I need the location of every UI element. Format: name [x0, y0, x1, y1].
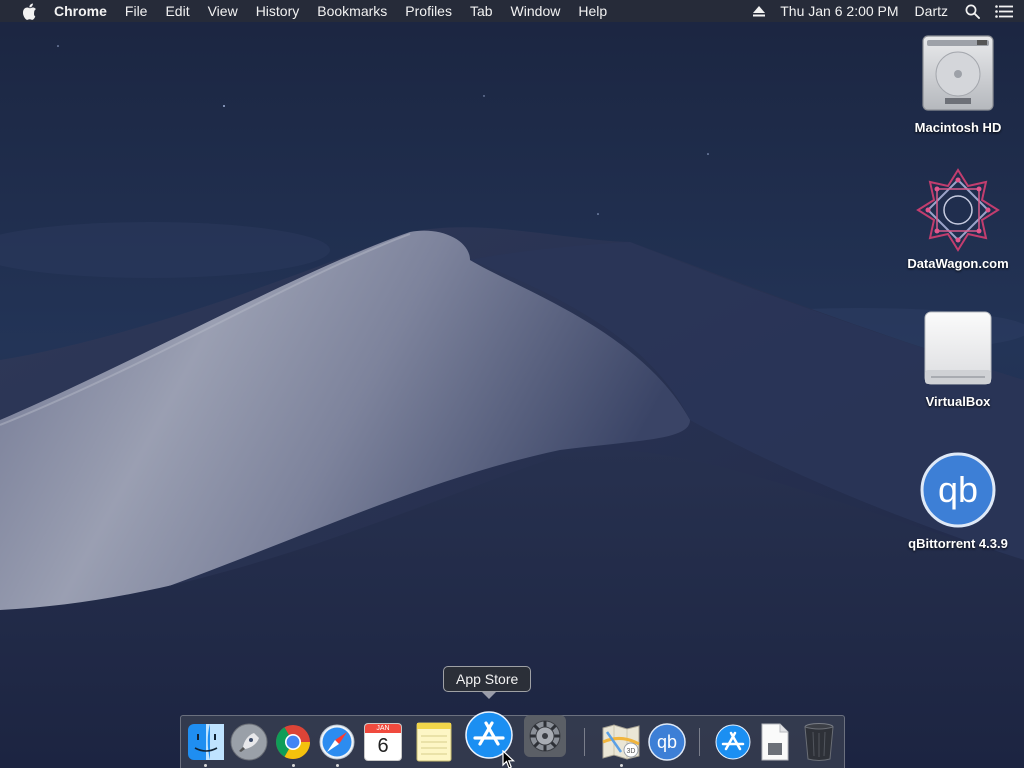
menu-help[interactable]: Help: [569, 0, 616, 22]
dock-document[interactable]: [753, 720, 797, 764]
menu-history[interactable]: History: [247, 0, 309, 22]
safari-compass-icon: [319, 724, 355, 760]
menu-file[interactable]: File: [116, 0, 157, 22]
running-indicator: [292, 764, 295, 767]
dock-chrome[interactable]: [271, 720, 315, 764]
desktop-icon-macintosh-hd[interactable]: Macintosh HD: [893, 32, 1023, 135]
menu-app-name[interactable]: Chrome: [54, 0, 116, 22]
qbittorrent-icon: qb: [916, 448, 1000, 532]
app-store-icon: [715, 724, 751, 760]
running-indicator: [336, 764, 339, 767]
dock-notes[interactable]: [412, 720, 456, 764]
calendar-day: 6: [377, 735, 389, 757]
desktop-icon-datawagon[interactable]: DataWagon.com: [893, 168, 1023, 271]
dock-maps[interactable]: 3D: [599, 720, 643, 764]
menu-edit[interactable]: Edit: [156, 0, 198, 22]
finder-icon: [188, 724, 224, 760]
desktop-icon-qbittorrent[interactable]: qb qBittorrent 4.3.9: [893, 448, 1023, 551]
running-indicator: [204, 764, 207, 767]
datawagon-star-icon: [916, 168, 1000, 252]
svg-text:qb: qb: [938, 469, 978, 510]
notes-icon: [416, 722, 452, 762]
document-icon: [761, 723, 789, 761]
trash-icon: [804, 723, 834, 761]
menu-bar: Chrome File Edit View History Bookmarks …: [0, 0, 1024, 22]
dock-app-store-stack[interactable]: [711, 720, 755, 764]
dock-launchpad[interactable]: [227, 720, 271, 764]
menu-tab[interactable]: Tab: [461, 0, 502, 22]
qbittorrent-dock-label: qb: [657, 732, 677, 752]
desktop-wallpaper: [0, 0, 1024, 768]
launchpad-rocket-icon: [230, 723, 268, 761]
spotlight-search-icon[interactable]: [960, 0, 984, 22]
desktop-icon-label: DataWagon.com: [907, 256, 1009, 271]
apple-menu-icon[interactable]: [19, 0, 39, 22]
dock-finder[interactable]: [184, 720, 228, 764]
menu-user[interactable]: Dartz: [911, 0, 960, 22]
dock-system-preferences[interactable]: [522, 713, 568, 759]
dock-separator: [584, 728, 585, 756]
dock-tooltip: App Store: [443, 666, 532, 699]
desktop-icon-label: VirtualBox: [925, 394, 991, 409]
qbittorrent-icon: qb: [648, 723, 686, 761]
calendar-month: JAN: [365, 724, 401, 733]
dock-calendar[interactable]: JAN 6: [361, 720, 405, 764]
menu-view[interactable]: View: [199, 0, 247, 22]
dock-trash[interactable]: [797, 720, 841, 764]
dock-safari[interactable]: [315, 720, 359, 764]
menu-window[interactable]: Window: [502, 0, 570, 22]
dock-qbittorrent[interactable]: qb: [645, 720, 689, 764]
maps-icon: 3D: [602, 724, 640, 760]
external-drive-icon: [916, 306, 1000, 390]
desktop-icon-label: qBittorrent 4.3.9: [908, 536, 1008, 551]
menu-profiles[interactable]: Profiles: [396, 0, 461, 22]
desktop-icon-virtualbox[interactable]: VirtualBox: [893, 306, 1023, 409]
mouse-cursor-icon: [502, 750, 516, 768]
svg-text:3D: 3D: [627, 748, 636, 755]
running-indicator: [620, 764, 623, 767]
chrome-icon: [276, 725, 310, 759]
dock-separator: [699, 728, 700, 756]
menu-clock[interactable]: Thu Jan 6 2:00 PM: [778, 0, 910, 22]
notification-center-icon[interactable]: [984, 0, 1024, 22]
desktop-icon-label: Macintosh HD: [914, 120, 1002, 135]
hard-drive-icon: [916, 32, 1000, 116]
gear-icon: [524, 715, 566, 757]
menu-bookmarks[interactable]: Bookmarks: [308, 0, 396, 22]
calendar-icon: JAN 6: [365, 724, 401, 760]
eject-icon[interactable]: [740, 0, 778, 22]
